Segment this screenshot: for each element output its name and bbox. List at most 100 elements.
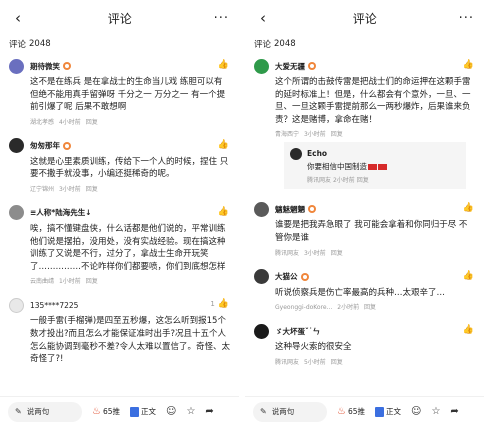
reply-link[interactable]: 回复 bbox=[331, 131, 343, 138]
china-flag-icon bbox=[378, 164, 387, 171]
comment-username[interactable]: 魑魅魍魉 bbox=[275, 204, 305, 215]
fire-icon: ♨ bbox=[92, 406, 101, 417]
back-arrow-icon[interactable]: ‹ bbox=[10, 9, 26, 27]
chat-icon[interactable]: ☺ bbox=[411, 406, 421, 417]
reply-link[interactable]: 回复 bbox=[357, 177, 369, 184]
comment-meta: 辽宁锦州 3小时前 回复 bbox=[9, 184, 230, 193]
pen-icon: ✎ bbox=[15, 407, 22, 416]
page-title: 评论 bbox=[107, 11, 132, 26]
document-icon bbox=[375, 406, 385, 417]
comment-location: 湖北孝感 bbox=[30, 118, 55, 126]
comment-text: 这就是心里素质训练，传给下一个人的时候，捏住 只要不撒手就没事，小编还挺稀奇的呢… bbox=[30, 156, 229, 180]
comment-username[interactable]: 135****7225 bbox=[30, 301, 78, 310]
comment-username[interactable]: ゞ大坏蛋ˇ˙ㄣ bbox=[275, 326, 320, 337]
avatar[interactable] bbox=[9, 138, 24, 154]
like-icon[interactable]: 1 👍 bbox=[210, 299, 229, 309]
like-count: 1 bbox=[210, 300, 215, 309]
like-icon[interactable]: 👍 bbox=[463, 60, 474, 70]
comment-meta: 青海西宁 3小时前 回复 bbox=[254, 129, 475, 138]
comment-count: 评论 2048 bbox=[0, 36, 239, 52]
share-icon[interactable]: ➦ bbox=[205, 406, 213, 417]
comment-location: 青海西宁 bbox=[275, 131, 300, 139]
reply-meta: 腾讯网友 2小时前 回复 bbox=[290, 175, 460, 184]
more-options-icon[interactable]: ··· bbox=[459, 11, 474, 26]
comment-location: Gyeonggi-doKore... bbox=[275, 304, 333, 312]
comment-item: 匆匆那年 👍 这就是心里素质训练，传给下一个人的时候，捏住 只要不撒手就没事，小… bbox=[0, 132, 239, 199]
comment-time: 5小时前 bbox=[303, 358, 326, 366]
comment-count-label: 评论 bbox=[9, 40, 27, 50]
comment-input[interactable]: ✎ 说两句 bbox=[253, 401, 327, 422]
like-icon[interactable]: 👍 bbox=[218, 60, 229, 70]
star-icon[interactable]: ☆ bbox=[186, 406, 195, 417]
comment-time: 3小时前 bbox=[58, 185, 81, 193]
reply-link[interactable]: 回复 bbox=[86, 119, 98, 126]
reply-link[interactable]: 回复 bbox=[331, 250, 343, 257]
back-arrow-icon[interactable]: ‹ bbox=[255, 9, 271, 27]
avatar[interactable] bbox=[9, 297, 24, 313]
comment-username[interactable]: 大猫公 bbox=[275, 271, 298, 282]
like-icon[interactable]: 👍 bbox=[463, 271, 474, 281]
article-button[interactable]: 正文 bbox=[375, 406, 401, 417]
like-icon[interactable]: 👍 bbox=[463, 325, 474, 335]
comment-text: 这个所谓的击鼓传雷是把战士们的命运押在这颗手雷的延时标准上！但是，什么都会有个意… bbox=[275, 77, 471, 125]
reply-link[interactable]: 回复 bbox=[331, 359, 343, 366]
header: ‹ 评论 ··· bbox=[0, 0, 239, 36]
reply-time: 2小时前 bbox=[332, 177, 355, 185]
user-badge-icon bbox=[300, 272, 309, 281]
comment-count-value: 2048 bbox=[274, 39, 296, 49]
avatar[interactable] bbox=[254, 323, 269, 339]
avatar[interactable] bbox=[9, 205, 24, 221]
hot-button[interactable]: ♨ 65推 bbox=[92, 406, 120, 417]
comment-username[interactable]: 期待微笑 bbox=[30, 61, 60, 72]
comment-time: 3小时前 bbox=[303, 131, 326, 139]
comment-text: 听说侦察兵是伤亡率最高的兵种…太艰辛了… bbox=[275, 287, 446, 298]
comment-input-placeholder: 说两句 bbox=[271, 407, 295, 416]
bottom-bar: ✎ 说两句 ♨ 65推 正文 ☺ ☆ ➦ bbox=[0, 396, 239, 426]
china-flag-icon bbox=[368, 164, 377, 171]
star-icon[interactable]: ☆ bbox=[431, 406, 440, 417]
nested-reply: Echo 你要相信中国制造 腾讯网友 2小时前 回复 bbox=[284, 142, 466, 190]
comment-username[interactable]: 匆匆那年 bbox=[30, 140, 60, 151]
comment-time: 2小时前 bbox=[337, 304, 360, 312]
like-icon[interactable]: 👍 bbox=[218, 140, 229, 150]
comment-meta: 腾讯网友 5小时前 回复 bbox=[254, 357, 475, 366]
comment-text: 一般手雷(手榴弹)是四至五秒爆，这怎么听到报15个数才投出?而且怎么才能保证准时… bbox=[30, 316, 231, 365]
more-options-icon[interactable]: ··· bbox=[214, 11, 229, 26]
comment-location: 辽宁锦州 bbox=[30, 185, 55, 193]
like-icon[interactable]: 👍 bbox=[463, 203, 474, 213]
avatar[interactable] bbox=[254, 201, 269, 217]
comment-username[interactable]: ≡人称*陆海先生↓ bbox=[30, 207, 92, 218]
article-label: 正文 bbox=[141, 407, 157, 416]
user-badge-icon bbox=[63, 141, 71, 150]
avatar[interactable] bbox=[254, 269, 269, 285]
comment-item: 魑魅魍魉 👍 谁要是把我弄急眼了 我可能会拿着和你同归于尽 不管你是谁 腾讯网友… bbox=[245, 195, 484, 262]
comment-text: 这不是在练兵 是在拿战士的生命当儿戏 练胆可以有 但绝不能用真手留弹呀 千分之一… bbox=[30, 77, 226, 113]
comment-input[interactable]: ✎ 说两句 bbox=[8, 401, 82, 422]
comment-location: 腾讯网友 bbox=[275, 249, 300, 257]
comment-meta: Gyeonggi-doKore... 2小时前 回复 bbox=[254, 302, 475, 311]
chat-icon[interactable]: ☺ bbox=[166, 406, 176, 417]
hot-count: 65推 bbox=[347, 407, 366, 416]
avatar[interactable] bbox=[254, 58, 269, 74]
reply-username[interactable]: Echo bbox=[307, 149, 327, 158]
fire-icon: ♨ bbox=[337, 406, 346, 417]
comment-item: 期待微笑 👍 这不是在练兵 是在拿战士的生命当儿戏 练胆可以有 但绝不能用真手留… bbox=[0, 52, 239, 132]
reply-link[interactable]: 回复 bbox=[86, 278, 98, 285]
left-comment-screen: ‹ 评论 ··· 评论 2048 期待微笑 👍 这不是在练兵 是在拿战士的生命当… bbox=[0, 0, 239, 426]
comment-username[interactable]: 大爱无疆 bbox=[275, 61, 305, 72]
avatar[interactable] bbox=[9, 58, 24, 74]
avatar[interactable] bbox=[290, 147, 302, 160]
reply-link[interactable]: 回复 bbox=[86, 186, 98, 193]
article-button[interactable]: 正文 bbox=[130, 406, 156, 417]
share-icon[interactable]: ➦ bbox=[450, 406, 458, 417]
comment-item: 大爱无疆 👍 这个所谓的击鼓传雷是把战士们的命运押在这颗手雷的延时标准上！但是，… bbox=[245, 52, 484, 195]
comment-time: 4小时前 bbox=[58, 118, 81, 126]
bottom-bar: ✎ 说两句 ♨ 65推 正文 ☺ ☆ ➦ bbox=[245, 396, 484, 426]
comment-meta: 云南曲靖 1小时前 回复 bbox=[9, 276, 230, 285]
comment-item: 135****7225 1 👍 一般手雷(手榴弹)是四至五秒爆，这怎么听到报15个… bbox=[0, 291, 239, 371]
hot-button[interactable]: ♨ 65推 bbox=[337, 406, 365, 417]
reply-link[interactable]: 回复 bbox=[364, 304, 376, 311]
comment-meta: 湖北孝感 4小时前 回复 bbox=[9, 117, 230, 126]
comment-count-value: 2048 bbox=[29, 39, 51, 49]
like-icon[interactable]: 👍 bbox=[218, 207, 229, 217]
